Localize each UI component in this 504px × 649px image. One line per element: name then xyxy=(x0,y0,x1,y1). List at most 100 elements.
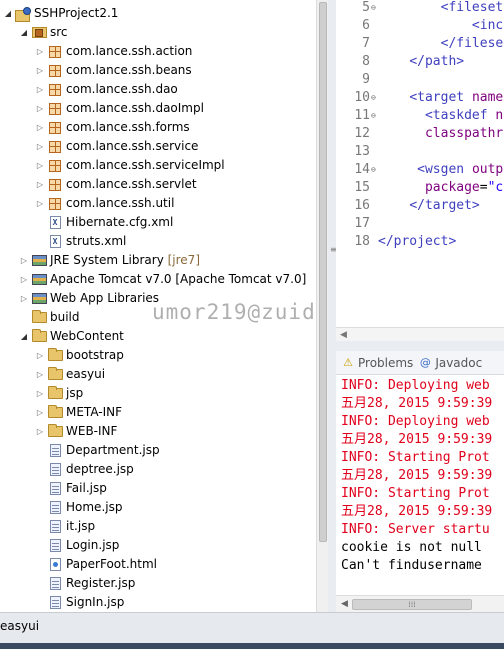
tree-folder[interactable]: ▷ META-INF xyxy=(0,403,316,422)
folder-icon xyxy=(47,405,63,420)
editor-line[interactable]: 13 xyxy=(336,143,504,161)
tree-folder[interactable]: ▷ jsp xyxy=(0,384,316,403)
editor-horizontal-scrollbar[interactable]: ◀ xyxy=(336,327,504,341)
tree-package[interactable]: ▷ com.lance.ssh.service xyxy=(0,137,316,156)
xml-editor[interactable]: 5 ⊖ <fileset 6 <inc 7 </filese 8 </path> 9 10 ⊖… xyxy=(336,0,504,335)
expand-arrow-icon[interactable]: ▷ xyxy=(35,408,45,417)
editor-line[interactable]: 15 package="c xyxy=(336,179,504,197)
console-horizontal-scrollbar[interactable]: ◀ ⁞⁞⁞ xyxy=(336,595,504,612)
expand-arrow-icon[interactable]: ▷ xyxy=(35,123,45,132)
editor-line[interactable]: 5 ⊖ <fileset xyxy=(336,0,504,17)
editor-line[interactable]: 18 </project> xyxy=(336,233,504,251)
scroll-left-arrow-icon[interactable]: ◀ xyxy=(340,328,347,342)
expand-arrow-icon[interactable]: ▷ xyxy=(35,389,45,398)
collapse-arrow-icon[interactable]: ◢ xyxy=(3,9,13,18)
code-text: <taskdef n xyxy=(424,108,504,123)
explorer-scroll-thumb[interactable] xyxy=(319,2,327,542)
tree-src-folder[interactable]: ◢ src xyxy=(0,23,316,42)
editor-line[interactable]: 8 </path> xyxy=(336,53,504,71)
line-number: 18 xyxy=(354,234,370,249)
tree-project[interactable]: ◢ SSHProject2.1 xyxy=(0,4,316,23)
code-text: </target> xyxy=(409,198,480,213)
expand-arrow-icon[interactable]: ▷ xyxy=(35,104,45,113)
tree-package[interactable]: ▷ com.lance.ssh.util xyxy=(0,194,316,213)
tab-problems[interactable]: ⚠ Problems xyxy=(342,356,413,370)
javadoc-icon: @ xyxy=(419,356,431,369)
editor-line[interactable]: 6 <inc xyxy=(336,17,504,35)
editor-line[interactable]: 16 </target> xyxy=(336,197,504,215)
editor-console-sash[interactable] xyxy=(336,341,504,351)
console-scroll-thumb[interactable]: ⁞⁞⁞ xyxy=(352,599,472,610)
tree-item-label: com.lance.ssh.action xyxy=(66,44,193,58)
explorer-vertical-scrollbar[interactable] xyxy=(316,0,328,612)
tree-file[interactable]: Login.jsp xyxy=(0,536,316,555)
tree-file[interactable]: Home.jsp xyxy=(0,498,316,517)
editor-line[interactable]: 17 xyxy=(336,215,504,233)
expand-arrow-icon[interactable]: ▷ xyxy=(35,47,45,56)
tree-package[interactable]: ▷ com.lance.ssh.servlet xyxy=(0,175,316,194)
tree-file[interactable]: Xstruts.xml xyxy=(0,232,316,251)
line-number: 15 xyxy=(354,180,370,195)
console-line: INFO: Starting Prot xyxy=(341,486,490,501)
tree-package[interactable]: ▷ com.lance.ssh.daoImpl xyxy=(0,99,316,118)
expand-arrow-icon[interactable]: ▷ xyxy=(35,161,45,170)
expand-arrow-icon[interactable]: ▷ xyxy=(35,370,45,379)
xml-file-icon: X xyxy=(47,216,63,230)
tree-library[interactable]: ▷ Apache Tomcat v7.0 [Apache Tomcat v7.0] xyxy=(0,270,316,289)
tree-package[interactable]: ▷ com.lance.ssh.beans xyxy=(0,61,316,80)
console-line: INFO: Deploying web xyxy=(341,378,490,393)
package-icon xyxy=(47,140,63,154)
tree-file[interactable]: deptree.jsp xyxy=(0,460,316,479)
tree-item-label: com.lance.ssh.forms xyxy=(66,120,190,134)
scroll-left-arrow-icon[interactable]: ◀ xyxy=(341,596,348,613)
tree-file[interactable]: PaperFoot.html xyxy=(0,555,316,574)
tree-item-label: META-INF xyxy=(66,405,123,419)
tree-package[interactable]: ▷ com.lance.ssh.action xyxy=(0,42,316,61)
line-number: 10 xyxy=(354,90,370,105)
editor-line[interactable]: 10 ⊖ <target name xyxy=(336,89,504,107)
package-icon xyxy=(47,121,63,135)
tree-file[interactable]: it.jsp xyxy=(0,517,316,536)
tree-item-label: com.lance.ssh.servlet xyxy=(66,177,197,191)
expand-arrow-icon[interactable]: ▷ xyxy=(35,142,45,151)
tree-package[interactable]: ▷ com.lance.ssh.forms xyxy=(0,118,316,137)
collapse-arrow-icon[interactable]: ◢ xyxy=(19,332,29,341)
expand-arrow-icon[interactable]: ▷ xyxy=(35,427,45,436)
expand-arrow-icon[interactable]: ▷ xyxy=(19,275,29,284)
console-line: 五月28, 2015 9:59:39 xyxy=(341,504,493,519)
editor-line[interactable]: 14 ⊖ <wsgen outp xyxy=(336,161,504,179)
tree-item-label: com.lance.ssh.dao xyxy=(66,82,178,96)
tree-file[interactable]: Register.jsp xyxy=(0,574,316,593)
expand-arrow-icon[interactable]: ▷ xyxy=(35,85,45,94)
tree-package[interactable]: ▷ com.lance.ssh.serviceImpl xyxy=(0,156,316,175)
expand-arrow-icon[interactable]: ▷ xyxy=(35,66,45,75)
tree-file[interactable]: SignIn.jsp xyxy=(0,593,316,612)
expand-arrow-icon[interactable]: ▷ xyxy=(35,351,45,360)
view-sash[interactable]: ≡ xyxy=(328,0,337,612)
tree-file[interactable]: Department.jsp xyxy=(0,441,316,460)
expand-arrow-icon[interactable]: ▷ xyxy=(19,256,29,265)
tree-file[interactable]: Fail.jsp xyxy=(0,479,316,498)
tree-build-folder[interactable]: build xyxy=(0,308,316,327)
tree-file[interactable]: X Hibernate.cfg.xml xyxy=(0,213,316,232)
editor-line[interactable]: 7 </filese xyxy=(336,35,504,53)
tree-folder[interactable]: ▷ easyui xyxy=(0,365,316,384)
tree-package[interactable]: ▷ com.lance.ssh.dao xyxy=(0,80,316,99)
console-output[interactable]: INFO: Deploying web 五月28, 2015 9:59:39 INF… xyxy=(336,375,504,593)
tree-folder[interactable]: ▷ WEB-INF xyxy=(0,422,316,441)
editor-line[interactable]: 9 xyxy=(336,71,504,89)
tree-library[interactable]: ▷ JRE System Library [jre7] xyxy=(0,251,316,270)
tab-javadoc[interactable]: @ Javadoc xyxy=(419,356,482,370)
tree-folder[interactable]: ▷ bootstrap xyxy=(0,346,316,365)
tree-webcontent-folder[interactable]: ◢ WebContent xyxy=(0,327,316,346)
tree-item-label: WEB-INF xyxy=(66,424,118,438)
editor-line[interactable]: 11 ⊖ <taskdef n xyxy=(336,107,504,125)
editor-line[interactable]: 12 classpathr xyxy=(336,125,504,143)
console-line: 五月28, 2015 9:59:39 xyxy=(341,468,493,483)
expand-arrow-icon[interactable]: ▷ xyxy=(35,199,45,208)
expand-arrow-icon[interactable]: ▷ xyxy=(35,180,45,189)
expand-arrow-icon[interactable]: ▷ xyxy=(19,294,29,303)
tree-library[interactable]: ▷ Web App Libraries xyxy=(0,289,316,308)
status-selection-text: easyui xyxy=(0,619,40,633)
collapse-arrow-icon[interactable]: ◢ xyxy=(19,28,29,37)
